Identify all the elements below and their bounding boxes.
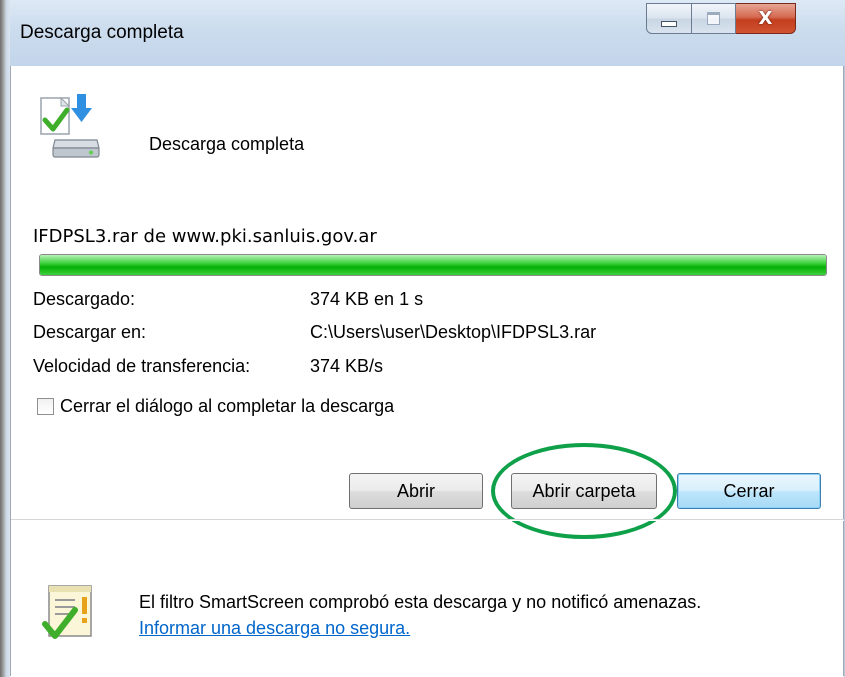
window-controls: X [646,3,796,37]
footer-divider-highlight [11,520,844,521]
maximize-button[interactable] [692,3,736,34]
window-left-edge [0,0,10,677]
report-unsafe-download-link[interactable]: Informar una descarga no segura. [139,618,410,639]
header-text: Descarga completa [149,134,305,154]
open-folder-button-label: Abrir carpeta [532,480,636,501]
dialog-body: Descarga completa IFDPSL3.rar de www.pki… [10,66,844,676]
open-button[interactable]: Abrir [349,473,483,509]
detail-value: 374 KB en 1 s [310,289,424,309]
window-title: Descarga completa [20,22,184,43]
detail-label: Descargar en: [33,322,147,342]
progress-fill [40,255,826,275]
smartscreen-message: El filtro SmartScreen comprobó esta desc… [139,592,702,612]
detail-label: Descargado: [33,289,136,309]
detail-row-downloaded: Descargado: 374 KB en 1 s [33,289,423,310]
open-folder-button[interactable]: Abrir carpeta [511,473,657,509]
close-window-button[interactable]: X [736,3,796,34]
minimize-button[interactable] [646,3,692,34]
detail-row-speed: Velocidad de transferencia: 374 KB/s [33,356,383,377]
download-progress-bar [39,254,827,276]
maximize-icon [707,12,720,25]
detail-label: Velocidad de transferencia: [33,356,251,376]
close-button-label: Cerrar [723,480,775,501]
download-complete-icon [40,94,100,158]
close-on-complete-option[interactable]: Cerrar el diálogo al completar la descar… [37,396,394,417]
close-on-complete-checkbox[interactable] [37,398,54,415]
open-button-label: Abrir [396,480,435,501]
minimize-icon [661,20,677,27]
download-source: IFDPSL3.rar de www.pki.sanluis.gov.ar [33,226,377,247]
close-icon: X [758,8,773,29]
title-bar[interactable]: Descarga completa X [10,0,845,66]
close-on-complete-label[interactable]: Cerrar el diálogo al completar la descar… [60,396,394,417]
smartscreen-check-icon [42,585,92,639]
close-button[interactable]: Cerrar [677,473,821,509]
detail-row-destination: Descargar en: C:\Users\user\Desktop\IFDP… [33,322,596,343]
detail-value: C:\Users\user\Desktop\IFDPSL3.rar [310,322,597,342]
detail-value: 374 KB/s [310,356,384,376]
